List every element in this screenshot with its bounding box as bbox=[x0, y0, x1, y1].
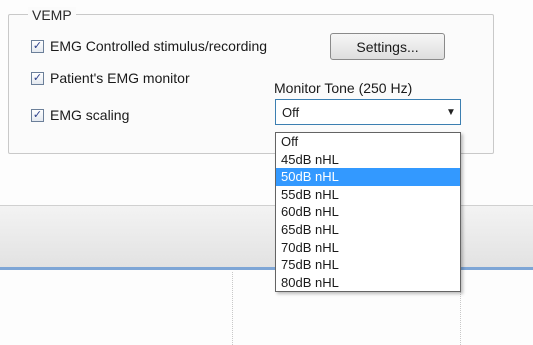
monitor-tone-label: Monitor Tone (250 Hz) bbox=[274, 80, 413, 96]
emg-controlled-label: EMG Controlled stimulus/recording bbox=[50, 38, 268, 54]
option-75db[interactable]: 75dB nHL bbox=[276, 256, 460, 274]
emg-scaling-checkbox[interactable]: ✓ EMG scaling bbox=[31, 107, 129, 123]
option-70db[interactable]: 70dB nHL bbox=[276, 239, 460, 257]
option-50db[interactable]: 50dB nHL bbox=[276, 168, 460, 186]
check-icon: ✓ bbox=[31, 108, 44, 122]
check-icon: ✓ bbox=[31, 71, 44, 85]
option-65db[interactable]: 65dB nHL bbox=[276, 221, 460, 239]
option-60db[interactable]: 60dB nHL bbox=[276, 203, 460, 221]
check-icon: ✓ bbox=[31, 39, 44, 53]
settings-button[interactable]: Settings... bbox=[330, 33, 445, 60]
option-55db[interactable]: 55dB nHL bbox=[276, 186, 460, 204]
monitor-tone-value: Off bbox=[282, 104, 300, 120]
option-off[interactable]: Off bbox=[276, 133, 460, 151]
emg-controlled-checkbox[interactable]: ✓ EMG Controlled stimulus/recording bbox=[31, 38, 267, 54]
emg-scaling-label: EMG scaling bbox=[50, 107, 130, 123]
chevron-down-icon[interactable]: ▼ bbox=[442, 107, 460, 118]
vemp-group-title: VEMP bbox=[28, 7, 76, 23]
option-45db[interactable]: 45dB nHL bbox=[276, 151, 460, 169]
option-80db[interactable]: 80dB nHL bbox=[276, 274, 460, 292]
monitor-tone-select[interactable]: Off ▼ bbox=[275, 99, 461, 125]
grid-line bbox=[232, 272, 233, 345]
patient-emg-monitor-label: Patient's EMG monitor bbox=[50, 70, 190, 86]
patient-emg-monitor-checkbox[interactable]: ✓ Patient's EMG monitor bbox=[31, 70, 190, 86]
monitor-tone-dropdown-list: Off 45dB nHL 50dB nHL 55dB nHL 60dB nHL … bbox=[275, 132, 461, 293]
